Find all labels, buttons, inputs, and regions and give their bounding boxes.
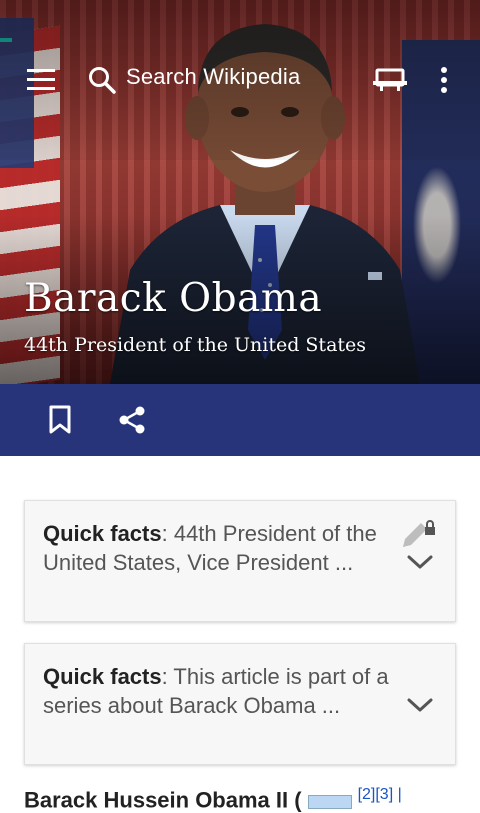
menu-button[interactable]	[20, 62, 64, 98]
overflow-icon	[441, 67, 447, 93]
search-button[interactable]	[84, 60, 120, 100]
quick-facts-text: Quick facts: 44th President of the Unite…	[43, 519, 393, 577]
overflow-menu-button[interactable]	[426, 58, 462, 102]
chevron-down-icon	[407, 555, 433, 569]
menu-icon	[27, 69, 55, 90]
article-action-bar	[0, 384, 480, 456]
search-icon	[89, 67, 116, 94]
audio-thumbnail[interactable]	[307, 794, 352, 809]
bookmark-button[interactable]	[40, 400, 80, 440]
chevron-down-icon	[407, 698, 433, 712]
series-label: Quick facts	[43, 664, 162, 689]
reference-links[interactable]: [2][3] |	[358, 786, 402, 803]
share-button[interactable]	[112, 400, 152, 440]
bookmark-icon	[49, 405, 71, 434]
lead-image[interactable]: Search Wikipedia Barack Obama 44th Presi…	[0, 0, 480, 384]
page-description: 44th President of the United States	[24, 334, 367, 356]
search-input[interactable]: Search Wikipedia	[126, 64, 300, 90]
series-text: Quick facts: This article is part of a s…	[43, 662, 393, 720]
quick-facts-card[interactable]: Quick facts: 44th President of the Unite…	[24, 500, 456, 622]
page-title: Barack Obama	[24, 276, 323, 321]
expand-quick-facts-button[interactable]	[403, 545, 437, 579]
reading-mode-button[interactable]	[368, 60, 412, 100]
quick-facts-label: Quick facts	[43, 521, 162, 546]
share-icon	[119, 406, 145, 434]
expand-series-button[interactable]	[403, 688, 437, 722]
reading-mode-icon	[373, 68, 407, 91]
series-card[interactable]: Quick facts: This article is part of a s…	[24, 643, 456, 765]
